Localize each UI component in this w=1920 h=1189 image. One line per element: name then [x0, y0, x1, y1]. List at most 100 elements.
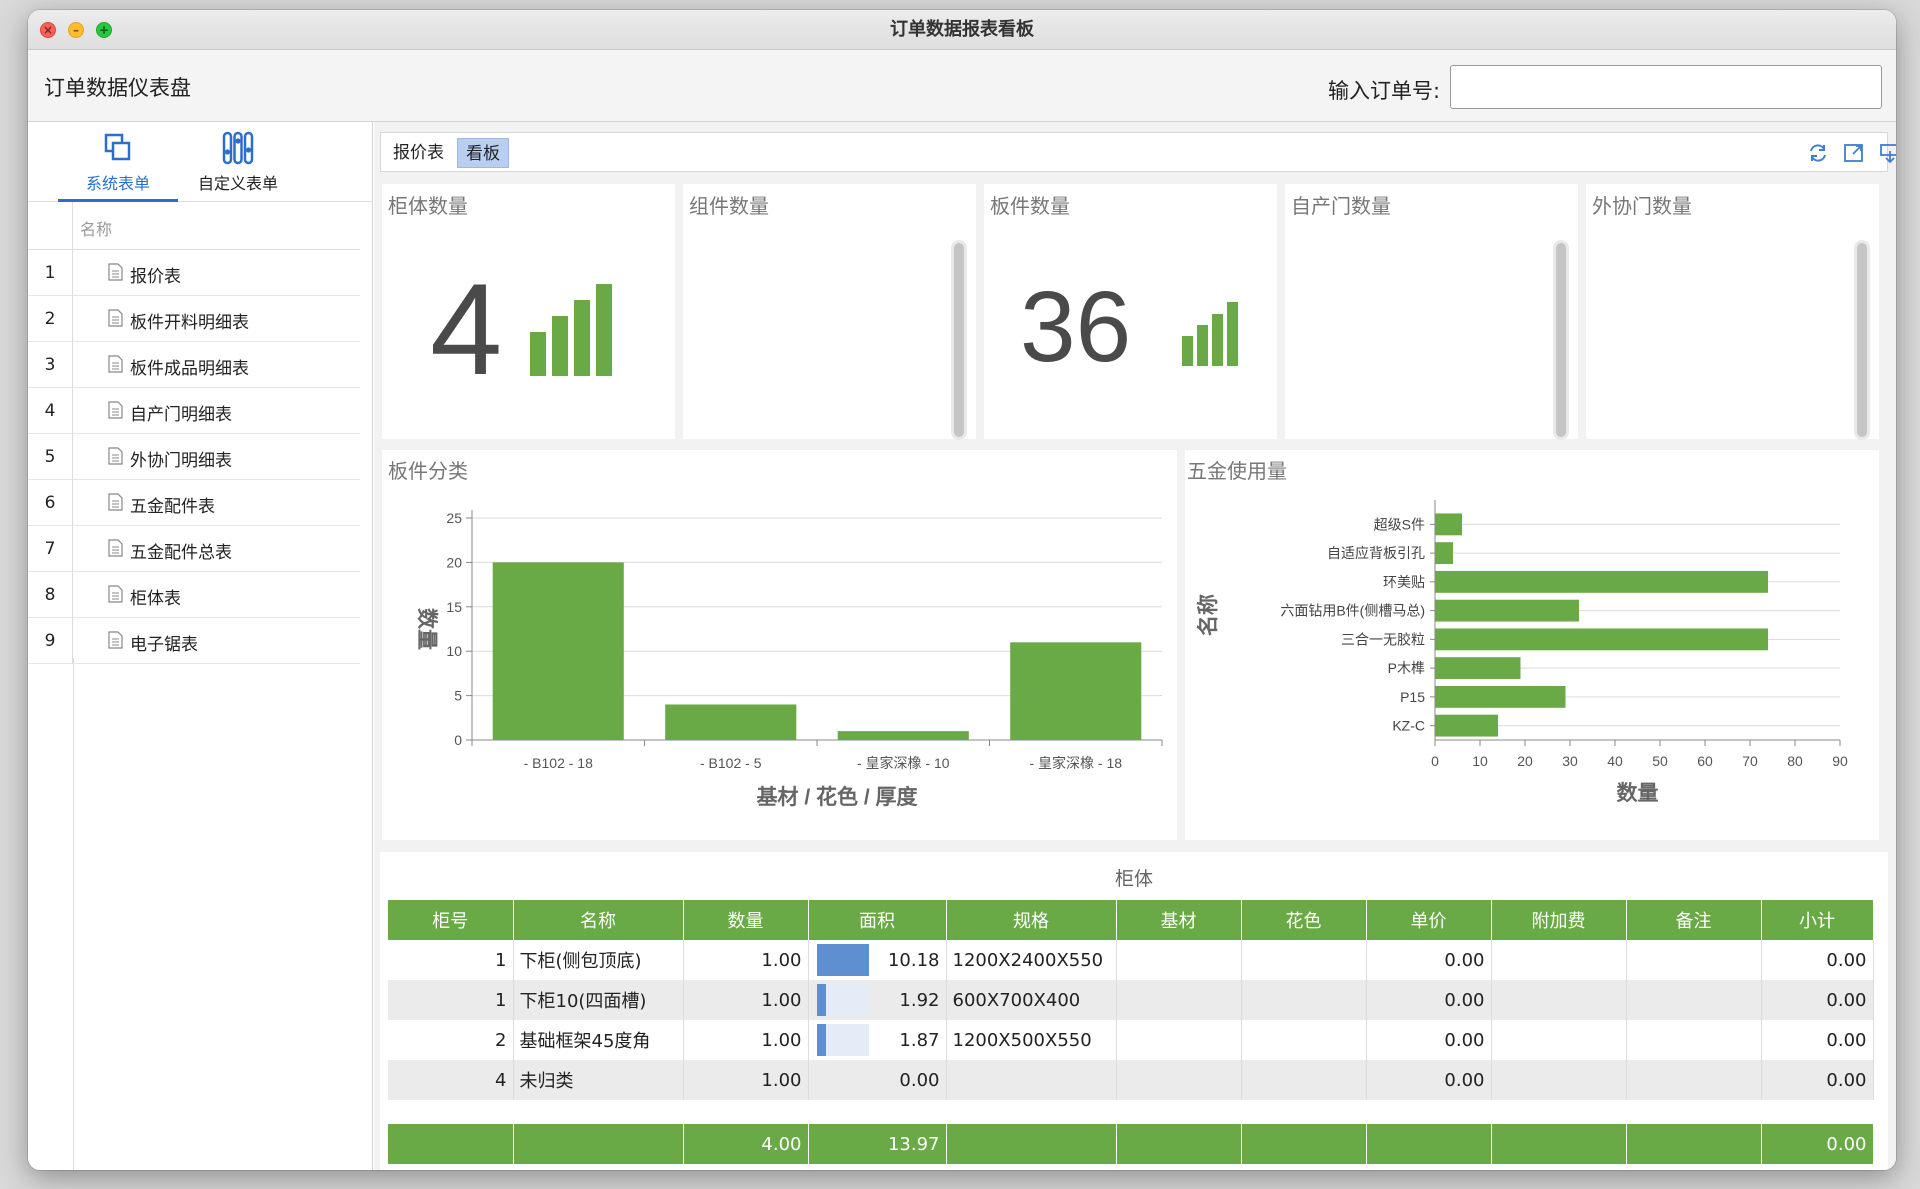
column-header[interactable]: 备注 — [1626, 900, 1762, 940]
sliders-icon — [222, 131, 254, 165]
cell-name: 未归类 — [513, 1060, 684, 1100]
scrollbar[interactable] — [1553, 240, 1569, 440]
kpi-title: 组件数量 — [689, 194, 769, 218]
cell-color — [1241, 1020, 1367, 1060]
y-axis-label: 名称 — [1196, 594, 1220, 636]
column-header[interactable]: 基材 — [1116, 900, 1242, 940]
table-row[interactable]: 4 未归类 1.00 0.00 0.00 0.00 — [388, 1060, 1874, 1100]
main-panel: 报价表 看板 柜体数量 4 组件数量 板件数量 36 自产门数量 外协门数量 板… — [374, 122, 1896, 1170]
cell-extra — [1491, 1020, 1627, 1060]
row-number-header — [28, 202, 73, 250]
cell-price: 0.00 — [1366, 940, 1492, 980]
column-header[interactable]: 面积 — [808, 900, 947, 940]
row-number: 1 — [28, 250, 73, 296]
scrollbar[interactable] — [1854, 240, 1870, 440]
cell-area: 10.18 — [808, 940, 947, 980]
cell-spec: 1200X2400X550 — [946, 940, 1117, 980]
scrollbar-thumb[interactable] — [1556, 243, 1566, 437]
column-header[interactable]: 花色 — [1241, 900, 1367, 940]
column-header[interactable]: 附加费 — [1491, 900, 1627, 940]
cell-spec — [946, 1060, 1117, 1100]
document-icon — [108, 631, 123, 649]
x-tick-label: 0 — [1431, 753, 1439, 769]
sidebar-item[interactable]: 8 柜体表 — [28, 572, 360, 618]
table-row[interactable]: 1 下柜10(四面槽) 1.00 1.92 600X700X400 0.00 0.00 — [388, 980, 1874, 1020]
column-header[interactable]: 单价 — [1366, 900, 1492, 940]
column-header[interactable]: 数量 — [683, 900, 809, 940]
tab-system-forms[interactable]: 系统表单 — [58, 130, 178, 202]
sidebar-item[interactable]: 1 报价表 — [28, 250, 360, 296]
column-header[interactable]: 柜号 — [388, 900, 514, 940]
spacer-cell — [388, 1100, 1873, 1124]
sidebar: 系统表单 自定义表单 名称 1 报价表 2 板件开料明细表 3 板件成品明细表 … — [28, 122, 373, 1170]
table-row[interactable]: 1 下柜(侧包顶底) 1.00 10.18 1200X2400X550 0.00 0.00 — [388, 940, 1874, 980]
expand-icon[interactable] — [1843, 142, 1865, 164]
tab-quote[interactable]: 报价表 — [385, 138, 452, 168]
x-tick-label: - 皇家深橡 - 18 — [1029, 755, 1122, 771]
refresh-icon[interactable] — [1807, 142, 1829, 164]
kpi-title: 自产门数量 — [1291, 194, 1391, 218]
y-tick-label: 三合一无胶粒 — [1341, 631, 1425, 647]
total-no — [388, 1124, 514, 1164]
column-header[interactable]: 小计 — [1761, 900, 1874, 940]
scrollbar-thumb[interactable] — [954, 243, 964, 437]
table-row[interactable]: 2 基础框架45度角 1.00 1.87 1200X500X550 0.00 0.00 — [388, 1020, 1874, 1060]
cell-price: 0.00 — [1366, 1060, 1492, 1100]
scrollbar[interactable] — [951, 240, 967, 440]
y-tick-label: 25 — [446, 510, 462, 526]
chart-hardware-usage: 五金使用量 超级S件 自适应背板引孔 环美贴 六面钻用B件(侧槽马总) 三合一无胶粒 P木榫… — [1185, 450, 1879, 840]
y-tick-label: P木榫 — [1388, 660, 1425, 676]
grid-title: 柜体 — [1114, 868, 1153, 890]
sidebar-item[interactable]: 3 板件成品明细表 — [28, 342, 360, 388]
x-tick-label: 80 — [1787, 753, 1803, 769]
bar — [1435, 513, 1462, 536]
signal-bars-icon — [530, 284, 612, 376]
kpi-value: 4 — [430, 256, 503, 402]
bar — [1435, 599, 1579, 622]
document-icon — [108, 263, 123, 281]
chart-board-classification: 板件分类 0 5 10 15 20 25 - B102 - 18 - B102 - 5 - 皇家深… — [382, 450, 1177, 840]
total-color — [1241, 1124, 1367, 1164]
sidebar-item-label: 五金配件表 — [130, 497, 215, 517]
sidebar-item[interactable]: 9 电子锯表 — [28, 618, 360, 664]
y-tick-label: 10 — [446, 643, 462, 659]
cell-note — [1626, 980, 1762, 1020]
x-tick-label: 30 — [1562, 753, 1578, 769]
order-number-input[interactable] — [1450, 65, 1882, 109]
minimize-button[interactable]: – — [68, 22, 84, 38]
sidebar-item[interactable]: 6 五金配件表 — [28, 480, 360, 526]
chart-title: 板件分类 — [388, 460, 468, 483]
chart-title: 五金使用量 — [1187, 460, 1287, 483]
cell-price: 0.00 — [1366, 1020, 1492, 1060]
sidebar-item[interactable]: 5 外协门明细表 — [28, 434, 360, 480]
tab-system-forms-label: 系统表单 — [85, 174, 150, 193]
sidebar-item-label: 电子锯表 — [130, 635, 198, 655]
copy-icon — [104, 133, 131, 161]
bar — [665, 704, 797, 740]
x-axis-label: 基材 / 花色 / 厚度 — [756, 785, 917, 809]
app-window: × – + 订单数据报表看板 订单数据仪表盘 输入订单号: 系统表单 自定义表单… — [28, 10, 1896, 1170]
area-value: 1.92 — [899, 989, 940, 1011]
export-icon[interactable] — [1879, 142, 1896, 164]
document-icon — [108, 355, 123, 373]
close-button[interactable]: × — [40, 22, 56, 38]
signal-bars-icon — [1182, 302, 1238, 366]
kpi-own-door-count: 自产门数量 — [1285, 184, 1578, 440]
sidebar-item[interactable]: 2 板件开料明细表 — [28, 296, 360, 342]
kpi-outsourced-door-count: 外协门数量 — [1586, 184, 1879, 440]
tab-dashboard[interactable]: 看板 — [457, 138, 509, 168]
column-header[interactable]: 规格 — [946, 900, 1117, 940]
tab-custom-forms[interactable]: 自定义表单 — [178, 130, 298, 202]
cell-base — [1116, 1060, 1242, 1100]
sidebar-item[interactable]: 4 自产门明细表 — [28, 388, 360, 434]
total-spec — [946, 1124, 1117, 1164]
form-list: 名称 1 报价表 2 板件开料明细表 3 板件成品明细表 4 自产门明细表 5 外协门明细表 6 五金… — [28, 202, 360, 664]
maximize-button[interactable]: + — [96, 22, 112, 38]
scrollbar-thumb[interactable] — [1857, 243, 1867, 437]
cell-base — [1116, 1020, 1242, 1060]
column-header[interactable]: 名称 — [513, 900, 684, 940]
sidebar-item[interactable]: 7 五金配件总表 — [28, 526, 360, 572]
x-tick-label: - 皇家深橡 - 10 — [857, 755, 950, 771]
cell-extra — [1491, 980, 1627, 1020]
y-tick-label: 20 — [446, 554, 462, 570]
